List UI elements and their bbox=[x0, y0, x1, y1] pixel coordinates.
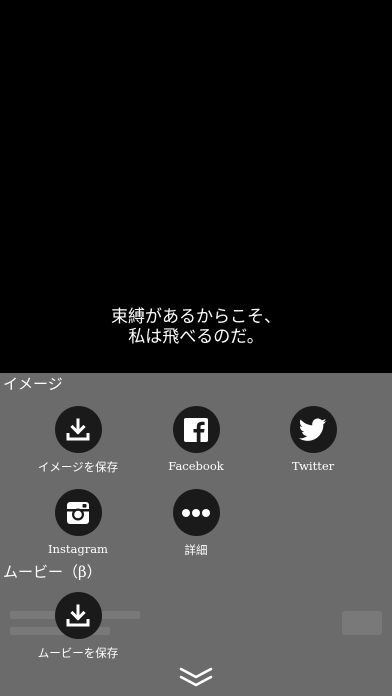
more-button[interactable]: 詳細 bbox=[141, 489, 251, 558]
twitter-icon bbox=[289, 406, 337, 453]
close-sheet-button[interactable] bbox=[176, 665, 216, 691]
instagram-icon bbox=[54, 489, 102, 536]
facebook-icon bbox=[172, 406, 220, 453]
instagram-label: Instagram bbox=[48, 542, 108, 556]
quote-line-2: 私は飛べるのだ。 bbox=[128, 327, 264, 347]
facebook-label: Facebook bbox=[168, 459, 224, 473]
quote-line-1: 束縛があるからこそ、 bbox=[111, 307, 281, 327]
save-movie-label: ムービーを保存 bbox=[37, 646, 119, 660]
twitter-button[interactable]: Twitter bbox=[258, 406, 368, 473]
twitter-label: Twitter bbox=[291, 459, 335, 473]
more-dots-icon bbox=[172, 489, 220, 536]
share-sheet: イメージ イメージを保存 Facebook Twitter Instagram … bbox=[0, 373, 392, 696]
save-movie-button[interactable]: ムービーを保存 bbox=[23, 592, 133, 661]
instagram-button[interactable]: Instagram bbox=[23, 489, 133, 556]
download-icon bbox=[54, 406, 102, 453]
chevron-double-down-icon bbox=[179, 667, 213, 687]
download-icon bbox=[54, 592, 102, 639]
save-image-button[interactable]: イメージを保存 bbox=[23, 406, 133, 475]
section-title-movie: ムービー（β） bbox=[3, 563, 102, 581]
save-image-label: イメージを保存 bbox=[37, 460, 119, 474]
facebook-button[interactable]: Facebook bbox=[141, 406, 251, 473]
more-label: 詳細 bbox=[184, 543, 208, 557]
section-title-image: イメージ bbox=[3, 375, 63, 393]
quote-preview: 束縛があるからこそ、 私は飛べるのだ。 bbox=[0, 0, 392, 373]
